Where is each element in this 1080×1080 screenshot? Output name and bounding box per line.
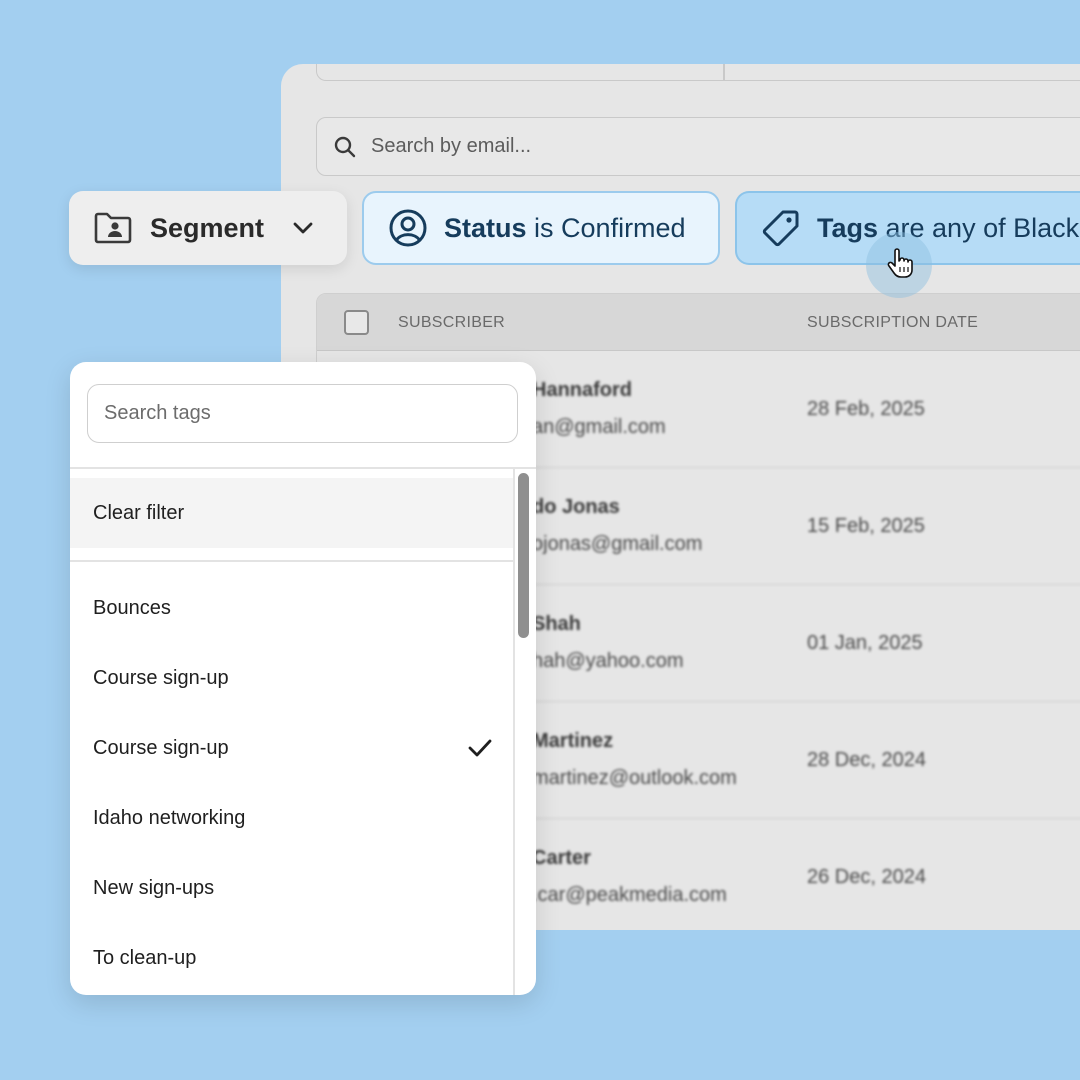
email-search-input[interactable] xyxy=(371,135,971,158)
tag-option[interactable]: Course sign-up xyxy=(70,648,513,708)
dropdown-divider xyxy=(70,467,536,469)
select-all-checkbox[interactable] xyxy=(344,310,369,335)
subscription-date: 28 Dec, 2024 xyxy=(807,749,926,771)
subscriber-name: Hannaford xyxy=(532,379,632,401)
tag-icon xyxy=(762,210,799,247)
table-header: SUBSCRIBER SUBSCRIPTION DATE xyxy=(317,294,1080,351)
email-search-bar[interactable] xyxy=(316,117,1080,176)
chevron-down-icon xyxy=(293,222,313,234)
subscriber-email: martinez@outlook.com xyxy=(532,767,737,789)
scrollbar-thumb[interactable] xyxy=(518,473,529,638)
tag-option-label: Course sign-up xyxy=(93,737,229,759)
scroll-track xyxy=(513,468,515,995)
tag-option-label: Bounces xyxy=(93,597,171,619)
subscription-date: 26 Dec, 2024 xyxy=(807,866,926,888)
subscriber-email: ojonas@gmail.com xyxy=(532,533,703,555)
hand-pointer-icon xyxy=(887,248,913,278)
folder-user-icon xyxy=(94,212,132,244)
tag-option[interactable]: To clean-up xyxy=(70,928,513,988)
clear-filter-option[interactable]: Clear filter xyxy=(70,478,513,548)
dropdown-divider xyxy=(70,560,513,562)
status-filter-field: Status xyxy=(444,212,527,243)
segment-label: Segment xyxy=(150,212,265,243)
tag-search-input[interactable] xyxy=(87,384,518,443)
subscriber-name: do Jonas xyxy=(532,496,620,518)
tag-option-selected[interactable]: Course sign-up xyxy=(70,718,513,778)
tag-option[interactable]: New sign-ups xyxy=(70,858,513,918)
search-icon xyxy=(334,136,356,157)
subscription-date: 28 Feb, 2025 xyxy=(807,398,925,420)
user-circle-icon xyxy=(389,209,427,247)
top-tabs-strip xyxy=(316,64,1080,81)
status-filter-chip[interactable]: Status is Confirmed xyxy=(362,191,720,265)
segment-dropdown-button[interactable]: Segment xyxy=(69,191,347,265)
subscriber-email: .car@peakmedia.com xyxy=(532,884,727,906)
status-filter-text: Status is Confirmed xyxy=(444,213,686,244)
tag-option[interactable]: Bounces xyxy=(70,578,513,638)
subscriber-name: Martinez xyxy=(532,730,614,752)
subscription-date: 15 Feb, 2025 xyxy=(807,515,925,537)
checkmark-icon xyxy=(468,739,492,757)
subscriber-email: hah@yahoo.com xyxy=(532,650,684,672)
tag-option-label: New sign-ups xyxy=(93,877,215,899)
tag-option-label: Course sign-up xyxy=(93,667,229,689)
column-header-subscription-date[interactable]: SUBSCRIPTION DATE xyxy=(807,314,978,332)
column-header-subscriber[interactable]: SUBSCRIBER xyxy=(398,314,505,332)
tags-filter-text: Tags are any of Black xyxy=(817,213,1079,244)
subscription-date: 01 Jan, 2025 xyxy=(807,632,923,654)
tag-option[interactable]: Idaho networking xyxy=(70,788,513,848)
tab-divider xyxy=(723,64,725,80)
subscriber-name: Carter xyxy=(532,847,591,869)
status-filter-condition: is Confirmed xyxy=(526,212,686,243)
tags-filter-field: Tags xyxy=(817,212,879,243)
tags-dropdown: Clear filter Bounces Course sign-up Cour… xyxy=(70,362,536,995)
subscriber-name: Shah xyxy=(532,613,581,635)
tag-option-label: To clean-up xyxy=(93,947,197,969)
tag-option-label: Idaho networking xyxy=(93,807,246,829)
subscriber-email: an@gmail.com xyxy=(532,416,666,438)
